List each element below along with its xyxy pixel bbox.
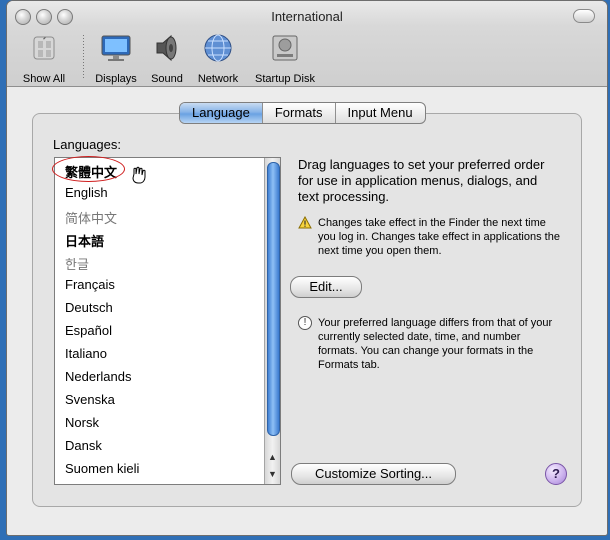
info-icon: ! (298, 316, 312, 330)
scrollbar-thumb[interactable] (267, 162, 280, 436)
toolbar-label-show-all: Show All (22, 73, 66, 85)
warning-icon (298, 216, 312, 229)
display-icon (101, 35, 131, 61)
list-item[interactable]: 한글 (65, 254, 89, 273)
toolbar-label-sound: Sound (151, 73, 183, 85)
toolbar-label-network: Network (197, 73, 239, 85)
highlight-ellipse (52, 156, 125, 182)
titlebar: International Show All Displays Sound Ne… (7, 1, 607, 87)
list-item[interactable]: Deutsch (65, 300, 113, 315)
list-item[interactable]: Suomen kieli (65, 461, 139, 476)
list-item[interactable]: English (65, 185, 108, 200)
list-item[interactable]: Français (65, 277, 115, 292)
apple-switch-icon (33, 36, 55, 60)
window-title: International (271, 9, 343, 24)
list-item[interactable]: Dansk (65, 438, 102, 453)
scroll-up-arrow-icon[interactable]: ▲ (266, 450, 279, 464)
toolbar-sound[interactable]: Sound (145, 31, 189, 85)
list-item[interactable]: Norsk (65, 415, 99, 430)
languages-list[interactable]: 繁體中文 English 简体中文 日本語 한글 Français Deutsc… (54, 157, 281, 485)
help-button[interactable]: ? (545, 463, 567, 485)
list-item[interactable]: Italiano (65, 346, 107, 361)
tab-input-menu[interactable]: Input Menu (336, 103, 425, 123)
speaker-icon (156, 34, 177, 62)
toolbar-startup-disk[interactable]: Startup Disk (247, 31, 323, 85)
list-item[interactable]: 简体中文 (65, 208, 117, 227)
hard-disk-icon (272, 35, 298, 61)
globe-icon (204, 34, 232, 62)
list-item[interactable]: Svenska (65, 392, 115, 407)
toolbar-separator (83, 35, 84, 79)
toolbar-label-displays: Displays (95, 73, 137, 85)
format-mismatch-text: Your preferred language differs from tha… (318, 317, 553, 371)
tab-formats[interactable]: Formats (263, 103, 336, 123)
toolbar-show-all[interactable]: Show All (17, 31, 71, 85)
toolbar-network[interactable]: Network (193, 31, 243, 85)
list-item[interactable]: 日本語 (65, 231, 104, 250)
scroll-down-arrow-icon[interactable]: ▼ (266, 467, 279, 481)
list-item[interactable]: Español (65, 323, 112, 338)
tab-language[interactable]: Language (180, 103, 263, 123)
toolbar-label-startup-disk: Startup Disk (255, 73, 315, 85)
hand-cursor-icon (132, 166, 146, 184)
list-item[interactable]: Nederlands (65, 369, 132, 384)
preferences-window: International Show All Displays Sound Ne… (6, 0, 608, 536)
toolbar-displays[interactable]: Displays (91, 31, 141, 85)
languages-heading: Languages: (53, 137, 121, 152)
tab-bar: Language Formats Input Menu (179, 102, 426, 124)
languages-scrollbar[interactable]: ▲ ▼ (264, 158, 280, 484)
language-description: Drag languages to set your preferred ord… (298, 157, 545, 204)
customize-sorting-button[interactable]: Customize Sorting... (291, 463, 456, 485)
edit-button[interactable]: Edit... (290, 276, 362, 298)
warning-text: Changes take effect in the Finder the ne… (318, 217, 560, 257)
toolbar-toggle-button[interactable] (573, 9, 595, 23)
